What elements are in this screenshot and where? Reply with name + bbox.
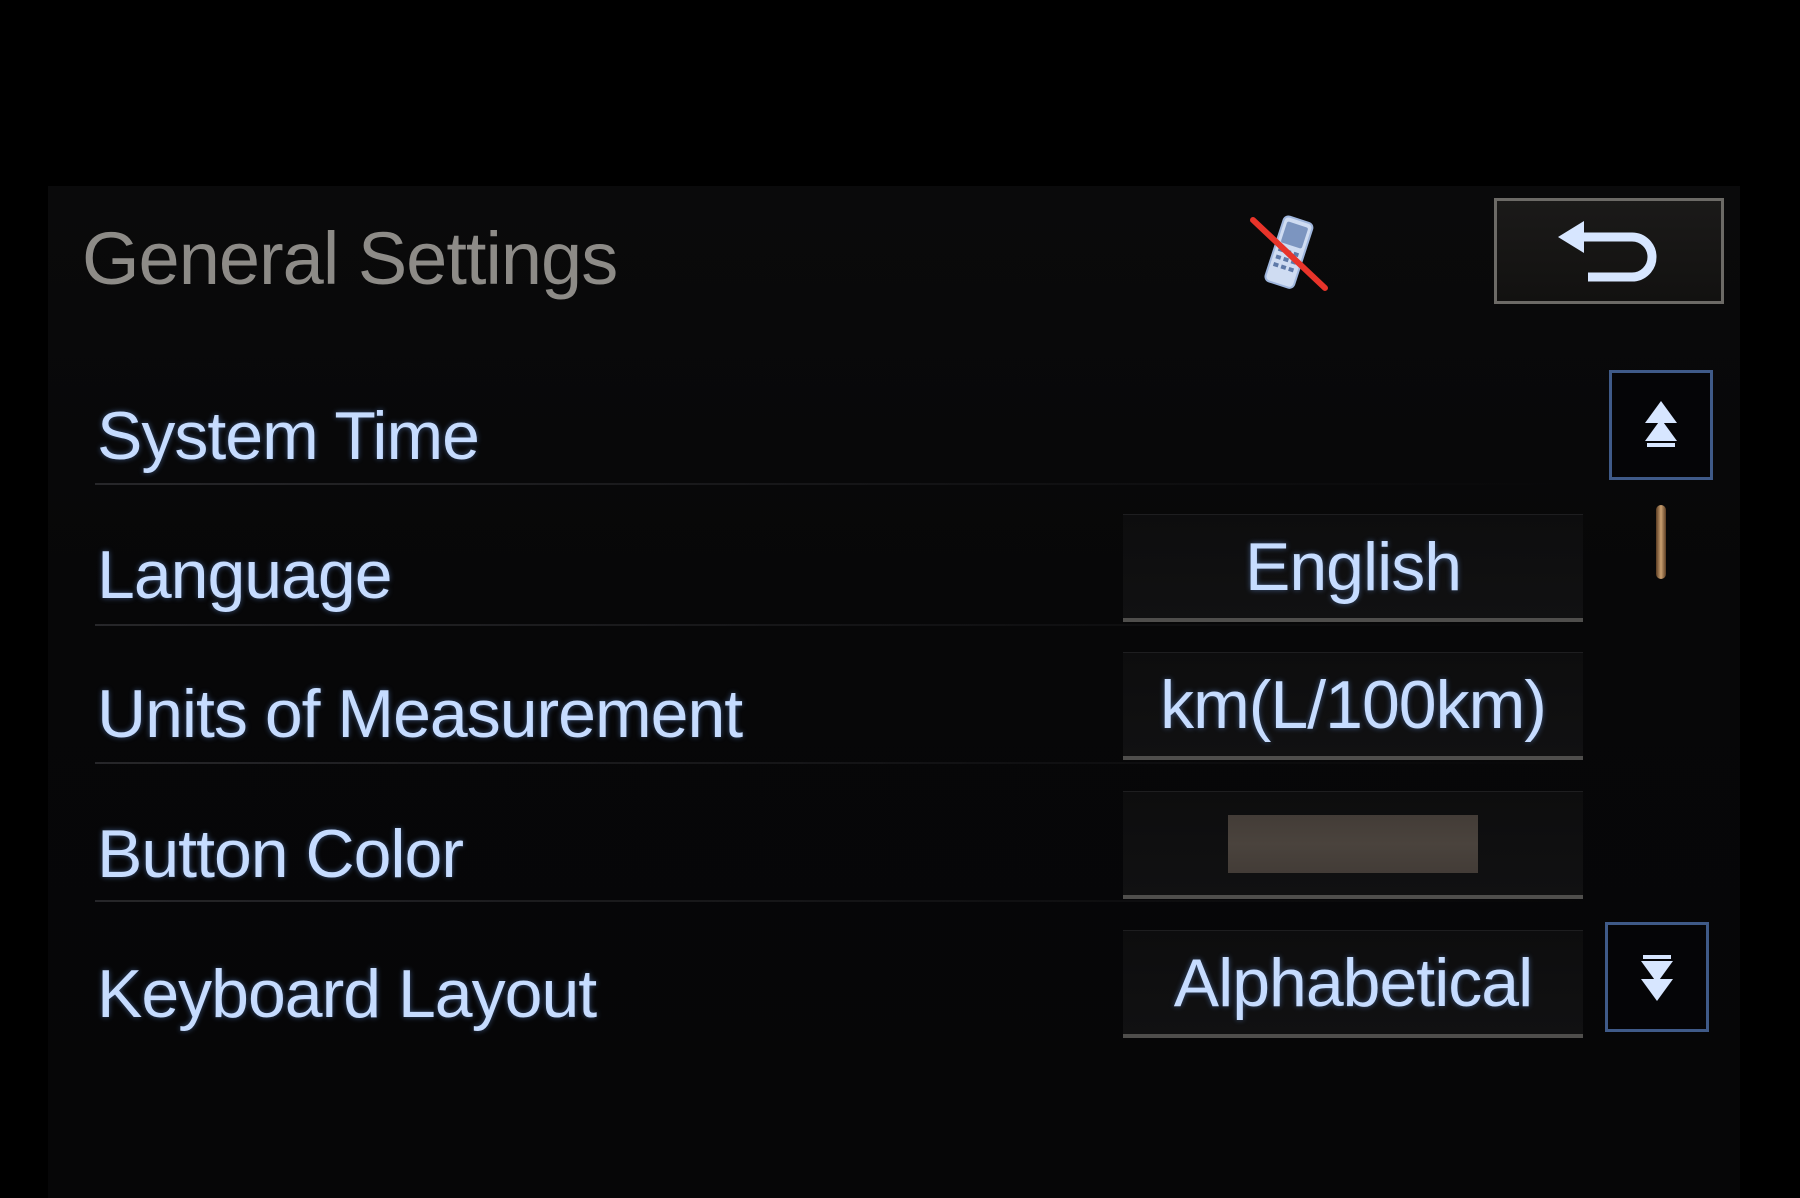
button-color-swatch [1228,814,1478,873]
units-value-button[interactable]: km(L/100km) [1123,652,1583,760]
scroll-up-icon [1645,401,1677,447]
setting-label-keyboard-layout[interactable]: Keyboard Layout [97,955,597,1033]
language-value-button[interactable]: English [1123,514,1583,622]
setting-label-system-time[interactable]: System Time [97,397,480,475]
row-divider [95,483,1585,485]
setting-label-language[interactable]: Language [97,536,393,614]
row-divider [95,762,1585,764]
page-title: General Settings [82,217,618,300]
keyboard-layout-value-button[interactable]: Alphabetical [1123,930,1583,1038]
row-divider [95,900,1585,902]
scroll-down-icon [1641,955,1673,1001]
setting-label-button-color[interactable]: Button Color [97,815,464,893]
setting-label-units[interactable]: Units of Measurement [97,675,743,753]
scrollbar[interactable] [1652,505,1670,915]
row-divider [95,624,1585,626]
button-color-value-button[interactable] [1123,791,1583,899]
scroll-down-button[interactable] [1605,922,1709,1032]
scroll-up-button[interactable] [1609,370,1713,480]
return-arrow-icon [1558,221,1657,282]
back-button[interactable] [1494,198,1724,304]
scrollbar-thumb[interactable] [1656,505,1666,579]
phone-disconnected-icon [1243,210,1333,300]
